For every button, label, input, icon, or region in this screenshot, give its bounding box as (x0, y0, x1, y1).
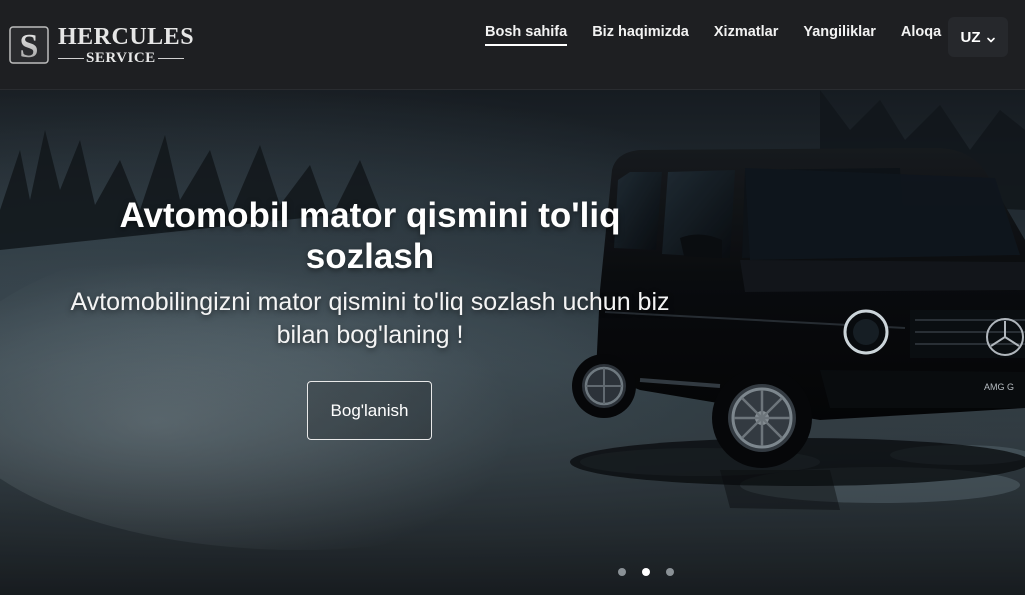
language-label: UZ (960, 28, 981, 46)
language-selector[interactable]: UZ (948, 17, 1008, 57)
slider-dot[interactable] (666, 568, 674, 576)
nav-item-news[interactable]: Yangiliklar (803, 24, 876, 46)
nav-item-about[interactable]: Biz haqimizda (592, 24, 689, 46)
brand-subtitle: SERVICE (86, 49, 156, 66)
logo-emblem-icon: S (8, 24, 50, 66)
logo-mark-letter: S (20, 28, 39, 65)
hero-subtitle: Avtomobilingizni mator qismini to'liq so… (70, 287, 670, 350)
chevron-down-icon (986, 32, 996, 43)
brand-name: HERCULES (58, 23, 195, 50)
hero-banner: AMG G Avtomobil mator qismini to'liq soz… (0, 90, 1025, 595)
logo-divider (58, 57, 84, 59)
hero-title: Avtomobil mator qismini to'liq sozlash (119, 196, 621, 277)
logo-divider (157, 57, 184, 59)
slider-dot[interactable] (618, 568, 626, 576)
brand-logo[interactable]: S HERCULES SERVICE (8, 22, 194, 68)
nav-item-contact[interactable]: Aloqa (901, 24, 941, 46)
nav-item-services[interactable]: Xizmatlar (714, 24, 778, 46)
contact-button[interactable]: Bog'lanish (307, 381, 432, 440)
main-navigation: Bosh sahifa Biz haqimizda Xizmatlar Yang… (485, 24, 966, 50)
nav-item-home[interactable]: Bosh sahifa (485, 24, 568, 46)
site-header: S HERCULES SERVICE Bosh sahifa Biz haqim… (0, 0, 1025, 90)
slider-dot-active[interactable] (642, 568, 650, 576)
hero-text-block: Avtomobil mator qismini to'liq sozlash A… (60, 195, 680, 353)
slider-pagination (618, 568, 690, 576)
